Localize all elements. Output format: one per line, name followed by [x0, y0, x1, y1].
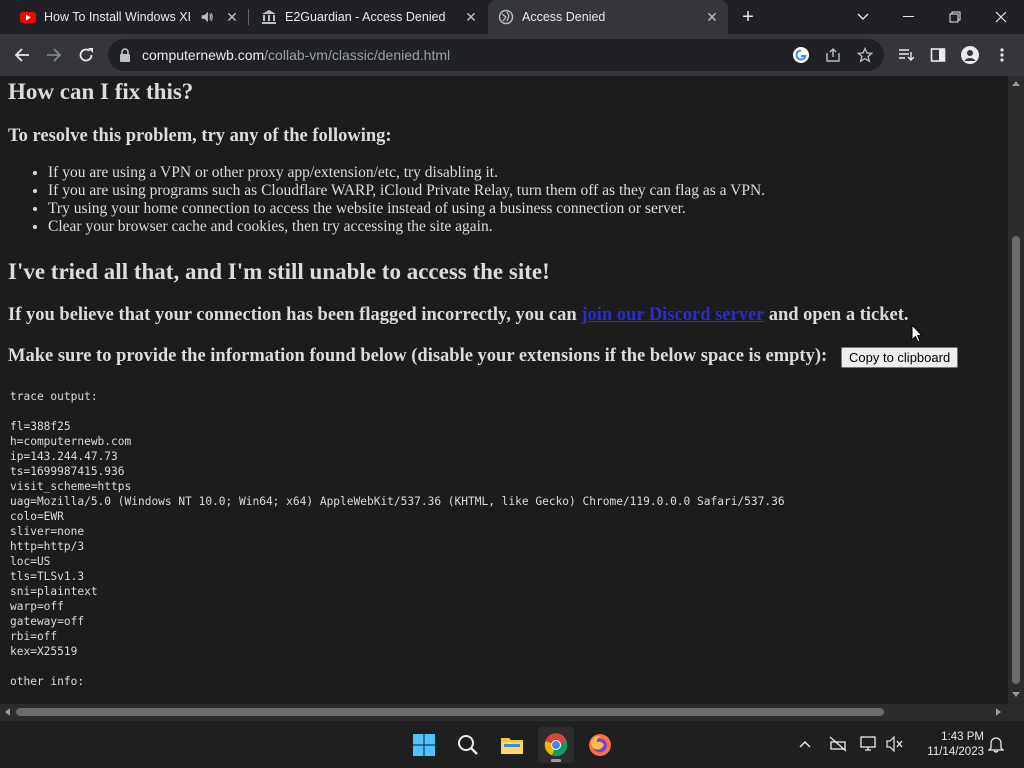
horizontal-scrollbar[interactable]	[0, 704, 1024, 720]
tab-access-denied[interactable]: Access Denied ✕	[488, 0, 728, 34]
new-tab-icon[interactable]: +	[738, 7, 758, 27]
network-icon[interactable]	[860, 735, 878, 753]
chrome-icon[interactable]	[538, 727, 574, 763]
provide-info-text: Make sure to provide the information fou…	[8, 346, 828, 366]
url-text[interactable]: computernewb.com/collab-vm/classic/denie…	[142, 47, 450, 63]
notification-bell-icon[interactable]	[987, 735, 1005, 753]
scroll-down-arrow-icon[interactable]	[1012, 692, 1020, 697]
url-path: /collab-vm/classic/denied.html	[264, 47, 451, 63]
heading-how-fix: How can I fix this?	[8, 79, 194, 104]
other-info-label: other info:	[10, 675, 85, 688]
scroll-right-arrow-icon[interactable]	[996, 708, 1001, 716]
heading-still-unable: I've tried all that, and I'm still unabl…	[8, 259, 550, 284]
flagged-text: If you believe that your connection has …	[8, 305, 582, 325]
browser-toolbar: computernewb.com/collab-vm/classic/denie…	[0, 34, 1024, 76]
address-bar[interactable]: computernewb.com/collab-vm/classic/denie…	[108, 39, 884, 71]
tab-youtube[interactable]: How To Install Windows XP ✕	[8, 0, 248, 34]
windows-taskbar: 1:43 PM 11/14/2023	[0, 720, 1024, 768]
trace-line: sliver=none	[10, 525, 85, 538]
clock-date: 11/14/2023	[927, 746, 984, 758]
trace-title: trace output:	[10, 390, 98, 403]
trace-line: loc=US	[10, 555, 51, 568]
trace-line: sni=plaintext	[10, 585, 98, 598]
volume-muted-icon[interactable]	[886, 735, 904, 753]
clock-time: 1:43 PM	[941, 731, 984, 743]
mouse-cursor-icon	[911, 324, 923, 343]
firefox-icon[interactable]	[582, 727, 618, 763]
flagged-text-end: and open a ticket.	[764, 305, 909, 325]
tab-close-icon[interactable]: ✕	[463, 9, 479, 25]
trace-line: tls=TLSv1.3	[10, 570, 85, 583]
list-item: If you are using programs such as Cloudf…	[48, 182, 765, 200]
speaker-icon[interactable]	[200, 10, 214, 24]
scroll-left-arrow-icon[interactable]	[5, 708, 10, 716]
trace-line: ts=1699987415.936	[10, 465, 125, 478]
system-clock[interactable]: 1:43 PM 11/14/2023	[912, 730, 984, 760]
trace-line: fl=388f25	[10, 420, 71, 433]
trace-line: visit_scheme=https	[10, 480, 132, 493]
bank-icon	[262, 10, 276, 24]
menu-kebab-icon[interactable]	[992, 45, 1012, 65]
profile-avatar-icon[interactable]	[960, 45, 980, 65]
tab-close-icon[interactable]: ✕	[704, 9, 720, 25]
trace-line: rbi=off	[10, 630, 58, 643]
close-window-icon[interactable]	[978, 0, 1024, 34]
forward-icon[interactable]	[42, 43, 66, 67]
resolve-list: If you are using a VPN or other proxy ap…	[28, 164, 765, 236]
bookmark-star-icon[interactable]	[856, 46, 874, 64]
subheading-resolve: To resolve this problem, try any of the …	[8, 126, 392, 146]
tab-title: How To Install Windows XP	[44, 10, 190, 24]
side-panel-icon[interactable]	[928, 45, 948, 65]
trace-output[interactable]: trace output: fl=388f25 h=computernewb.c…	[10, 389, 785, 689]
tab-title: Access Denied	[522, 10, 606, 24]
tab-title: E2Guardian - Access Denied	[285, 10, 446, 24]
trace-line: gateway=off	[10, 615, 85, 628]
copy-to-clipboard-button[interactable]: Copy to clipboard	[841, 347, 959, 368]
windows-start-icon[interactable]	[406, 727, 442, 763]
tab-strip: How To Install Windows XP ✕ E2Guardian -…	[0, 0, 1024, 34]
google-lens-icon[interactable]	[792, 46, 810, 64]
scroll-up-arrow-icon[interactable]	[1012, 81, 1020, 86]
discord-link[interactable]: join our Discord server	[581, 305, 764, 325]
list-item: If you are using a VPN or other proxy ap…	[48, 164, 765, 182]
trace-line: kex=X25519	[10, 645, 78, 658]
horizontal-scroll-thumb[interactable]	[16, 708, 884, 716]
chevron-up-icon[interactable]	[796, 735, 814, 753]
tab-search-chevron-icon[interactable]	[840, 0, 886, 34]
trace-line: ip=143.244.47.73	[10, 450, 118, 463]
reload-icon[interactable]	[74, 43, 98, 67]
url-domain: computernewb.com	[142, 47, 265, 63]
page-viewport[interactable]: How can I fix this? To resolve this prob…	[0, 76, 1008, 704]
drive-offline-icon[interactable]	[829, 735, 847, 753]
trace-line: warp=off	[10, 600, 64, 613]
vertical-scroll-thumb[interactable]	[1012, 236, 1020, 684]
trace-line: uag=Mozilla/5.0 (Windows NT 10.0; Win64;…	[10, 495, 785, 508]
list-item: Try using your home connection to access…	[48, 200, 765, 218]
trace-line: h=computernewb.com	[10, 435, 132, 448]
back-icon[interactable]	[10, 43, 34, 67]
share-icon[interactable]	[824, 46, 842, 64]
file-explorer-icon[interactable]	[494, 727, 530, 763]
tab-close-icon[interactable]: ✕	[224, 9, 240, 25]
trace-line: http=http/3	[10, 540, 85, 553]
youtube-icon	[20, 12, 36, 23]
search-icon[interactable]	[450, 727, 486, 763]
reading-list-icon[interactable]	[896, 45, 916, 65]
trace-line: colo=EWR	[10, 510, 64, 523]
minimize-icon[interactable]	[886, 0, 932, 34]
lock-icon[interactable]	[118, 47, 132, 63]
tab-e2guardian[interactable]: E2Guardian - Access Denied ✕	[249, 0, 487, 34]
list-item: Clear your browser cache and cookies, th…	[48, 218, 765, 236]
vertical-scrollbar[interactable]	[1008, 76, 1024, 704]
globe-icon	[498, 9, 514, 25]
restore-icon[interactable]	[932, 0, 978, 34]
flagged-paragraph: If you believe that your connection has …	[8, 305, 909, 326]
running-indicator	[551, 759, 561, 762]
